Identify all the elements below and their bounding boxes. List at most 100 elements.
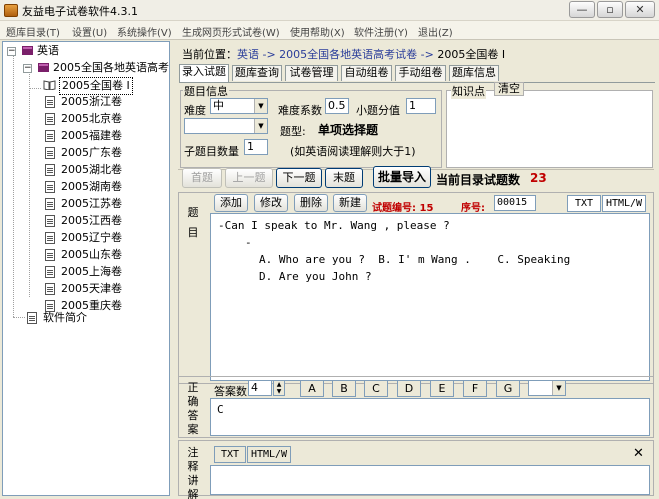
dropdown-arrow-icon[interactable]: ▼ (254, 99, 267, 113)
document-icon (45, 232, 55, 244)
menu-help[interactable]: 使用帮助(X) (290, 24, 345, 39)
document-icon (45, 266, 55, 278)
menu-system[interactable]: 系统操作(V) (117, 24, 172, 39)
dropdown-arrow-icon[interactable]: ▼ (254, 119, 267, 133)
new-button[interactable]: 新建 (333, 194, 367, 212)
menu-register[interactable]: 软件注册(Y) (354, 24, 408, 39)
open-book-icon (43, 80, 56, 90)
knowledge-box[interactable] (446, 90, 653, 168)
menu-bar: 题库目录(T) 设置(U) 系统操作(V) 生成网页形式试卷(W) 使用帮助(X… (0, 21, 659, 40)
tree-label-item: 2005湖南卷 (61, 180, 122, 193)
answer-option-e[interactable]: E (430, 380, 454, 397)
question-line-4: D. Are you John ? (259, 270, 372, 283)
title-bar: 友益电子试卷软件4.3.1 — ▫ ✕ (0, 0, 659, 21)
tab-query[interactable]: 题库查询 (232, 65, 282, 81)
collapse-icon[interactable]: − (7, 47, 16, 56)
tree-label-item: 2005北京卷 (61, 112, 122, 125)
question-line-3: A. Who are you ? B. I' m Wang . C. Speak… (259, 253, 571, 266)
txt-toggle-explanation[interactable]: TXT (214, 446, 246, 463)
answer-extra-select[interactable]: ▼ (528, 380, 566, 396)
answer-count-input[interactable]: 4 (248, 380, 272, 396)
sub-count-label: 子题目数量 (184, 145, 239, 158)
coefficient-label: 难度系数 (278, 104, 322, 117)
book-icon (38, 63, 49, 72)
html-toggle-explanation[interactable]: HTML/W (247, 446, 291, 463)
breadcrumb-path[interactable]: 英语 -> 2005全国各地英语高考试卷 -> (237, 48, 437, 61)
collapse-icon[interactable]: − (23, 64, 32, 73)
answer-option-a[interactable]: A (300, 380, 324, 397)
clear-knowledge-button[interactable]: 清空 (494, 82, 524, 96)
maximize-button[interactable]: ▫ (597, 1, 623, 18)
tab-strip: 录入试题 题库查询 试卷管理 自动组卷 手动组卷 题库信息 (179, 64, 654, 83)
tab-auto-compose[interactable]: 自动组卷 (341, 65, 392, 81)
difficulty-select[interactable]: 中 ▼ (210, 98, 268, 114)
tree-label-item: 2005广东卷 (61, 146, 122, 159)
next-question-button[interactable]: 下一题 (276, 168, 322, 188)
coefficient-input[interactable]: 0.5 (325, 98, 349, 114)
txt-toggle-question[interactable]: TXT (567, 195, 601, 212)
menu-generate-web[interactable]: 生成网页形式试卷(W) (182, 24, 280, 39)
breadcrumb: 当前位置：英语 -> 2005全国各地英语高考试卷 -> 2005全国卷 I (182, 46, 505, 62)
answer-option-g[interactable]: G (496, 380, 520, 397)
answer-option-c[interactable]: C (364, 380, 388, 397)
breadcrumb-current: 2005全国卷 I (437, 48, 506, 61)
tab-enter-question[interactable]: 录入试题 (179, 64, 229, 82)
document-icon (45, 198, 55, 210)
tree-label-item: 2005上海卷 (61, 265, 122, 278)
prev-question-button[interactable]: 上一题 (225, 168, 273, 188)
answer-option-b[interactable]: B (332, 380, 356, 397)
close-button[interactable]: ✕ (625, 1, 655, 18)
answer-count-label: 答案数 (214, 385, 247, 398)
close-explanation-icon[interactable]: ✕ (633, 446, 644, 461)
catalog-tree[interactable]: − 英语 − 2005全国各地英语高考i 2005全国卷 I 2005浙江卷 2… (2, 41, 170, 496)
tree-label-item: 2005辽宁卷 (61, 231, 122, 244)
type-select[interactable]: ▼ (184, 118, 268, 134)
question-editor[interactable]: -Can I speak to Mr. Wang , please ? - A.… (210, 213, 650, 381)
document-icon (45, 283, 55, 295)
sub-count-input[interactable]: 1 (244, 139, 268, 155)
difficulty-value: 中 (213, 99, 224, 112)
sequence-label: 序号: (461, 203, 485, 214)
difficulty-label: 难度 (184, 104, 206, 117)
document-icon (45, 164, 55, 176)
answer-option-f[interactable]: F (463, 380, 487, 397)
document-icon (45, 96, 55, 108)
answer-editor[interactable]: C (210, 398, 650, 436)
delete-button[interactable]: 删除 (294, 194, 328, 212)
menu-catalog[interactable]: 题库目录(T) (6, 24, 60, 39)
tree-label-item: 2005全国卷 I (59, 77, 133, 95)
minimize-button[interactable]: — (569, 1, 595, 18)
spinner-icon[interactable]: ▲ ▼ (273, 380, 285, 396)
question-side-label: 题 目 (187, 206, 199, 239)
tree-label-item: 2005山东卷 (61, 248, 122, 261)
document-icon (45, 181, 55, 193)
tab-bank-info[interactable]: 题库信息 (449, 65, 499, 81)
answer-side-label: 正 确 答 案 (187, 381, 199, 436)
last-question-button[interactable]: 末题 (325, 168, 363, 188)
tree-label-item: 2005福建卷 (61, 129, 122, 142)
document-icon (45, 147, 55, 159)
question-line-2: - (245, 236, 252, 249)
document-icon (27, 312, 37, 324)
first-question-button[interactable]: 首题 (182, 168, 222, 188)
explanation-editor[interactable] (210, 465, 650, 495)
tree-label-item: 2005江西卷 (61, 214, 122, 227)
answer-value: C (217, 403, 224, 416)
html-toggle-question[interactable]: HTML/W (602, 195, 646, 212)
knowledge-title: 知识点 (451, 83, 486, 99)
menu-settings[interactable]: 设置(U) (72, 24, 107, 39)
score-input[interactable]: 1 (406, 98, 436, 114)
tree-label-item: 2005浙江卷 (61, 95, 122, 108)
dropdown-arrow-icon[interactable]: ▼ (552, 381, 565, 395)
tree-label-item: 2005江苏卷 (61, 197, 122, 210)
batch-import-button[interactable]: 批量导入 (373, 166, 431, 188)
menu-exit[interactable]: 退出(Z) (418, 24, 453, 39)
add-button[interactable]: 添加 (214, 194, 248, 212)
answer-option-d[interactable]: D (397, 380, 421, 397)
tab-paper-manage[interactable]: 试卷管理 (285, 65, 338, 81)
sequence-input[interactable]: 00015 (494, 195, 536, 211)
edit-button[interactable]: 修改 (254, 194, 288, 212)
tree-label-intro: 软件简介 (43, 311, 87, 324)
tab-manual-compose[interactable]: 手动组卷 (395, 65, 446, 81)
tree-label-item: 2005湖北卷 (61, 163, 122, 176)
